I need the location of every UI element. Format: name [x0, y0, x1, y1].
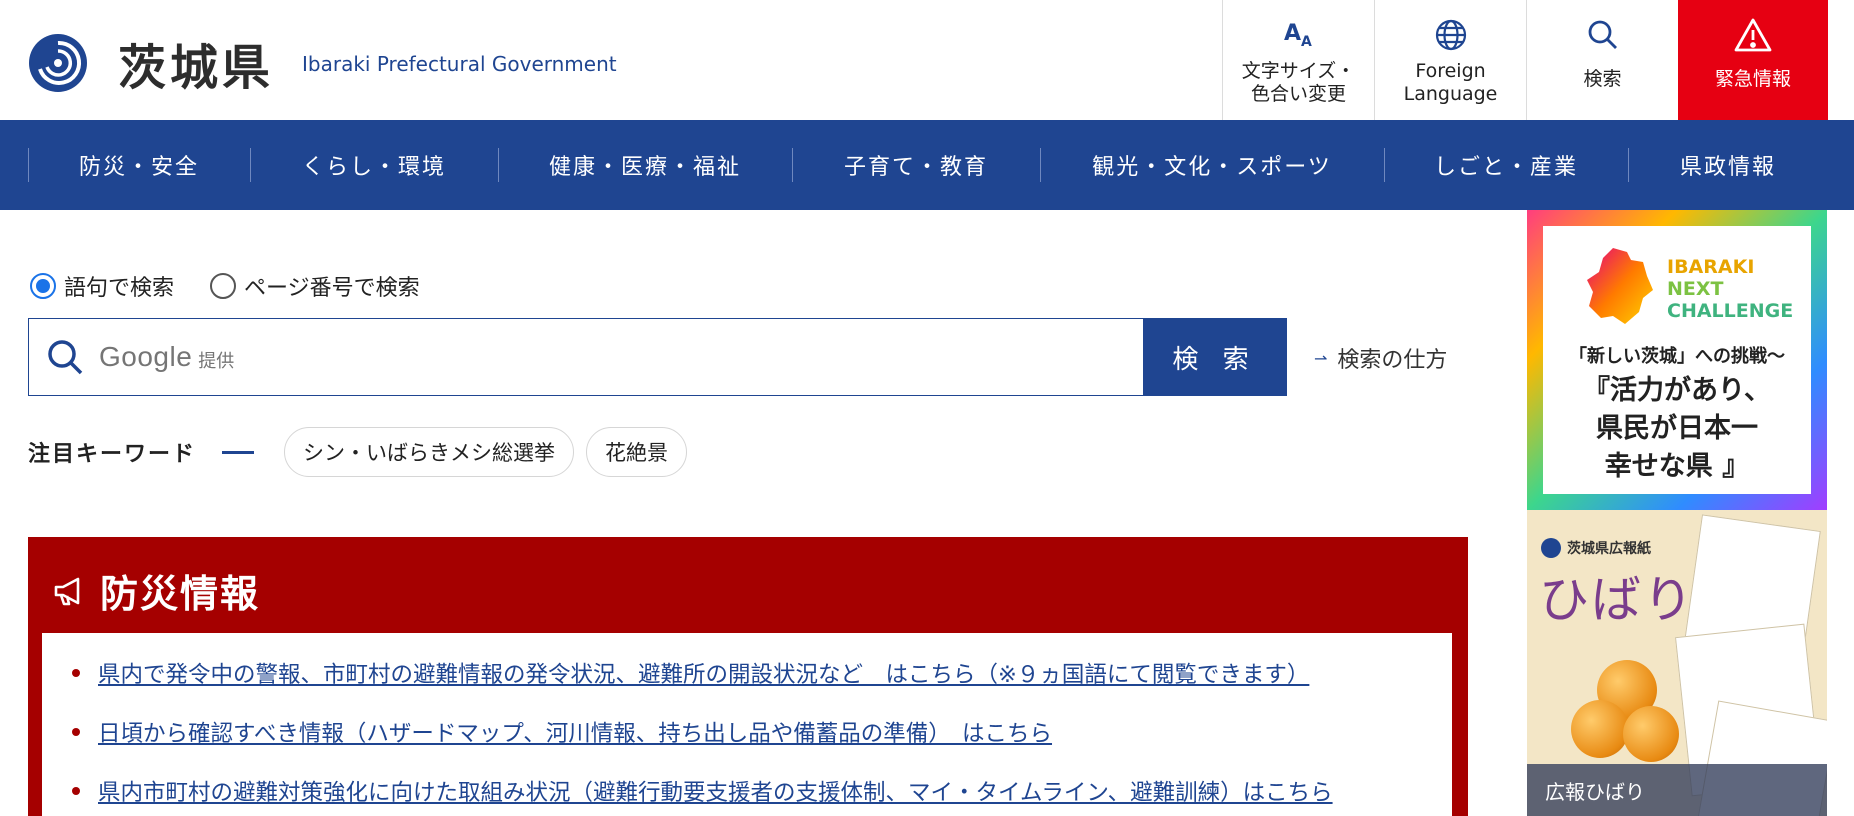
hibari-brand-label: 茨城県広報紙 — [1567, 541, 1651, 557]
banner-word-2: NEXT — [1667, 278, 1724, 300]
font-size-label: 文字サイズ・ 色合い変更 — [1241, 60, 1356, 105]
list-item: 県内で発令中の警報、市町村の避難情報の発令状況、避難所の開設状況など はこちら（… — [42, 657, 1452, 716]
search-howto-label: 検索の仕方 — [1337, 348, 1448, 373]
radio-keyword-label[interactable]: 語句で検索 — [64, 270, 174, 302]
banner-word-3: CHALLENGE — [1667, 300, 1794, 322]
foreign-language-button[interactable]: Foreign Language — [1374, 0, 1526, 120]
disaster-link[interactable]: 県内市町村の避難対策強化に向けた取組み状況（避難行動要支援者の支援体制、マイ・タ… — [98, 780, 1333, 806]
banner-main-copy: 『活力があり、 県民が日本一 幸せな県 』 — [1543, 372, 1811, 486]
nav-item-living-environment[interactable]: くらし・環境 — [250, 120, 498, 210]
global-nav: 防災・安全 くらし・環境 健康・医療・福祉 子育て・教育 観光・文化・スポーツ … — [0, 120, 1854, 210]
search-howto-link[interactable]: ⇀ 検索の仕方 — [1314, 342, 1447, 374]
banner-card: IBARAKI NEXT CHALLENGE 「新しい茨城」への挑戦〜 『活力が… — [1543, 226, 1811, 494]
emergency-info-button[interactable]: 緊急情報 — [1678, 0, 1828, 120]
prefecture-logo-small-icon — [1541, 538, 1561, 558]
site-title[interactable]: 茨城県 — [118, 28, 274, 98]
list-item: 日頃から確認すべき情報（ハザードマップ、河川情報、持ち出し品や備蓄品の準備） は… — [42, 716, 1452, 775]
hibari-caption: 広報ひばり — [1527, 764, 1827, 816]
nav-item-health-welfare[interactable]: 健康・医療・福祉 — [498, 120, 792, 210]
svg-text:A: A — [1284, 21, 1301, 46]
search-icon — [1586, 16, 1620, 54]
keyword-chip[interactable]: 花絶景 — [586, 427, 688, 477]
nav-item-tourism-culture-sports[interactable]: 観光・文化・スポーツ — [1040, 120, 1384, 210]
ibaraki-next-challenge-banner[interactable]: IBARAKI NEXT CHALLENGE 「新しい茨城」への挑戦〜 『活力が… — [1527, 210, 1827, 510]
search-mode-radio-group: 語句で検索 ページ番号で検索 — [30, 270, 456, 302]
hibari-brand: 茨城県広報紙 — [1541, 538, 1651, 558]
banner-word-1: IBARAKI — [1667, 256, 1755, 278]
hibari-newsletter-banner[interactable]: 茨城県広報紙 ひばり 広報ひばり — [1527, 510, 1827, 816]
list-item: 県内市町村の避難対策強化に向けた取組み状況（避難行動要支援者の支援体制、マイ・タ… — [42, 775, 1452, 816]
arrow-right-icon: ⇀ — [1314, 348, 1328, 368]
search-submit-button[interactable]: 検 索 — [1143, 319, 1286, 395]
banner-challenge-word: IBARAKI NEXT CHALLENGE — [1667, 256, 1793, 322]
hibari-title: ひばり — [1539, 571, 1695, 629]
emergency-info-label: 緊急情報 — [1714, 68, 1791, 90]
ibaraki-map-icon — [1587, 248, 1653, 324]
nav-item-childcare-education[interactable]: 子育て・教育 — [792, 120, 1040, 210]
banner-catch: 「新しい茨城」への挑戦〜 — [1569, 346, 1785, 367]
pear-icon — [1623, 706, 1679, 762]
disaster-info-heading: 防災情報 — [52, 563, 260, 618]
radio-page-number-label[interactable]: ページ番号で検索 — [244, 270, 420, 302]
warning-icon — [1733, 16, 1773, 54]
disaster-info-body: 県内で発令中の警報、市町村の避難情報の発令状況、避難所の開設状況など はこちら（… — [42, 633, 1452, 816]
banner-main-line: 県民が日本一 — [1596, 413, 1758, 444]
disaster-link[interactable]: 県内で発令中の警報、市町村の避難情報の発令状況、避難所の開設状況など はこちら（… — [98, 662, 1309, 688]
radio-keyword-search[interactable] — [30, 273, 56, 299]
banner-main-line: 幸せな県 』 — [1604, 451, 1750, 482]
keyword-chip[interactable]: シン・いばらきメシ総選挙 — [284, 427, 575, 477]
foreign-language-label: Foreign Language — [1403, 60, 1498, 105]
keywords-dash — [222, 450, 255, 454]
disaster-info-section: 防災情報 県内で発令中の警報、市町村の避難情報の発令状況、避難所の開設状況など … — [28, 537, 1468, 816]
search-box: Google 提供 検 索 — [28, 318, 1287, 396]
megaphone-icon — [52, 576, 86, 606]
banner-main-line: 『活力があり、 — [1583, 375, 1771, 406]
site-subtitle: Ibaraki Prefectural Government — [302, 52, 617, 76]
disaster-info-title: 防災情報 — [100, 572, 261, 616]
disaster-link[interactable]: 日頃から確認すべき情報（ハザードマップ、河川情報、持ち出し品や備蓄品の準備） は… — [98, 721, 1052, 747]
radio-page-number-search[interactable] — [210, 273, 237, 299]
font-size-icon: AA — [1282, 16, 1316, 54]
pear-icon — [1571, 700, 1629, 758]
nav-item-disaster-safety[interactable]: 防災・安全 — [28, 120, 250, 210]
nav-item-prefectural-admin[interactable]: 県政情報 — [1628, 120, 1828, 210]
nav-item-work-industry[interactable]: しごと・産業 — [1384, 120, 1628, 210]
disaster-link-list: 県内で発令中の警報、市町村の避難情報の発令状況、避難所の開設状況など はこちら（… — [42, 633, 1452, 816]
search-header-label: 検索 — [1583, 68, 1622, 90]
search-input[interactable] — [29, 319, 1143, 395]
font-size-color-button[interactable]: AA 文字サイズ・ 色合い変更 — [1222, 0, 1374, 120]
prefecture-logo-icon[interactable] — [28, 33, 88, 93]
search-header-button[interactable]: 検索 — [1526, 0, 1678, 120]
globe-icon — [1434, 16, 1468, 54]
featured-keywords: 注目キーワード シン・いばらきメシ総選挙 花絶景 — [28, 427, 699, 477]
search-field[interactable]: Google 提供 — [29, 319, 1143, 395]
svg-text:A: A — [1301, 34, 1312, 50]
featured-keywords-label: 注目キーワード — [28, 442, 197, 467]
site-header: 茨城県 Ibaraki Prefectural Government AA 文字… — [0, 0, 1854, 120]
